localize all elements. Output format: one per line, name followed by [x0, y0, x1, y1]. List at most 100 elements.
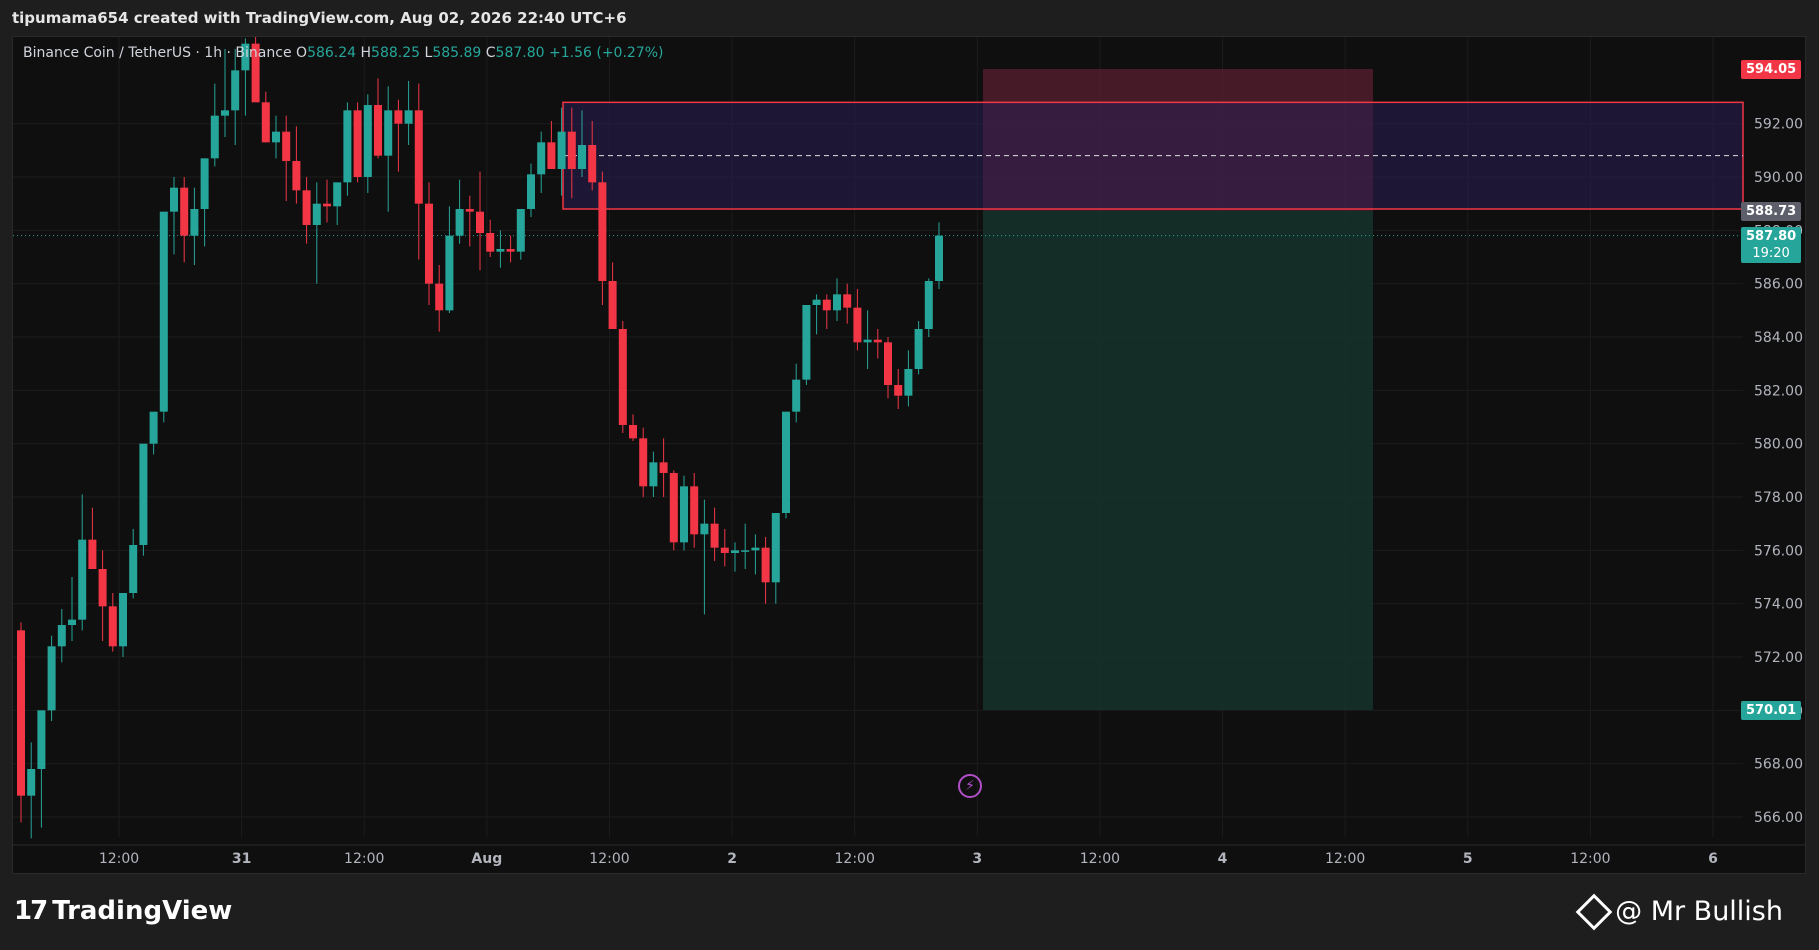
- candle-body[interactable]: [782, 411, 790, 513]
- candle-body[interactable]: [506, 249, 515, 252]
- candle-body[interactable]: [527, 174, 535, 209]
- candle-body[interactable]: [731, 550, 739, 553]
- candle-body[interactable]: [924, 281, 933, 329]
- candle-body[interactable]: [57, 625, 66, 647]
- candle-body[interactable]: [312, 203, 321, 225]
- candle-body[interactable]: [792, 379, 801, 412]
- candle-body[interactable]: [486, 233, 495, 252]
- candle-body[interactable]: [363, 105, 372, 177]
- candle-body[interactable]: [210, 115, 219, 159]
- candle-body[interactable]: [935, 235, 943, 281]
- symbol-name[interactable]: Binance Coin / TetherUS · 1h · Binance: [23, 45, 292, 61]
- candle-body[interactable]: [231, 70, 240, 111]
- candle-body[interactable]: [659, 462, 668, 473]
- candle-body[interactable]: [149, 411, 158, 444]
- candle-body[interactable]: [333, 182, 342, 207]
- candle-body[interactable]: [741, 550, 750, 552]
- candle-body[interactable]: [384, 110, 393, 156]
- candle-body[interactable]: [669, 473, 678, 543]
- candle-body[interactable]: [108, 606, 117, 647]
- candle-body[interactable]: [465, 209, 474, 212]
- candle-body[interactable]: [578, 145, 586, 169]
- time-axis-label: 12:00: [1080, 851, 1120, 867]
- candle-body[interactable]: [435, 283, 444, 311]
- candle-body[interactable]: [771, 513, 780, 583]
- candle-body[interactable]: [221, 110, 229, 116]
- candle-body[interactable]: [170, 187, 178, 212]
- candle-body[interactable]: [608, 281, 617, 329]
- candle-body[interactable]: [47, 646, 56, 711]
- candle-body[interactable]: [353, 110, 362, 177]
- candle-body[interactable]: [414, 110, 423, 204]
- candle-body[interactable]: [129, 545, 138, 593]
- candle-body[interactable]: [88, 539, 97, 569]
- candle-body[interactable]: [37, 710, 46, 769]
- take-profit-zone[interactable]: [983, 210, 1373, 711]
- candle-body[interactable]: [690, 486, 699, 535]
- candle-body[interactable]: [272, 131, 280, 143]
- author-watermark: @ Mr Bullish: [1575, 893, 1783, 930]
- candle-body[interactable]: [17, 630, 25, 796]
- candle-body[interactable]: [78, 539, 87, 620]
- candle-body[interactable]: [751, 547, 760, 551]
- candle-body[interactable]: [863, 339, 872, 343]
- open-value: 586.24: [307, 45, 357, 61]
- candle-body[interactable]: [537, 142, 546, 175]
- candle-body[interactable]: [119, 593, 127, 647]
- candle-body[interactable]: [425, 203, 433, 284]
- candle-body[interactable]: [190, 209, 199, 236]
- candle-body[interactable]: [343, 110, 352, 183]
- price-axis-label: 572.00: [1754, 650, 1803, 666]
- candle-body[interactable]: [476, 211, 484, 233]
- candle-body[interactable]: [557, 131, 566, 169]
- chart-pane[interactable]: 592.00590.00588.00586.00584.00582.00580.…: [12, 36, 1806, 874]
- candle-body[interactable]: [261, 102, 270, 143]
- candle-body[interactable]: [180, 187, 189, 236]
- candle-body[interactable]: [302, 190, 311, 225]
- candle-body[interactable]: [588, 145, 597, 183]
- candle-body[interactable]: [282, 131, 291, 161]
- candle-body[interactable]: [618, 329, 627, 425]
- candle-body[interactable]: [843, 294, 852, 308]
- candle-body[interactable]: [761, 547, 770, 583]
- candle-body[interactable]: [98, 569, 107, 607]
- candle-body[interactable]: [567, 131, 576, 169]
- candle-body[interactable]: [914, 329, 923, 369]
- candle-body[interactable]: [598, 182, 607, 281]
- candle-body[interactable]: [394, 110, 403, 124]
- candle-body[interactable]: [200, 158, 209, 209]
- candle-body[interactable]: [720, 547, 729, 553]
- candle-body[interactable]: [27, 769, 36, 796]
- candle-body[interactable]: [629, 425, 637, 439]
- candle-body[interactable]: [700, 523, 709, 535]
- candle-body[interactable]: [547, 142, 556, 169]
- candle-body[interactable]: [374, 105, 382, 156]
- candle-body[interactable]: [139, 443, 148, 545]
- candle-body[interactable]: [833, 294, 841, 311]
- candle-body[interactable]: [516, 209, 525, 252]
- candle-body[interactable]: [904, 369, 913, 396]
- candle-body[interactable]: [812, 299, 821, 305]
- candle-body[interactable]: [710, 523, 719, 548]
- chart-canvas[interactable]: 592.00590.00588.00586.00584.00582.00580.…: [13, 37, 1806, 874]
- candle-body[interactable]: [639, 438, 648, 487]
- candle-body[interactable]: [323, 203, 331, 207]
- candle-body[interactable]: [894, 385, 903, 396]
- candle-body[interactable]: [802, 305, 811, 380]
- candle-body[interactable]: [822, 299, 831, 311]
- candle-body[interactable]: [884, 342, 892, 385]
- candle-body[interactable]: [649, 462, 658, 487]
- candle-body[interactable]: [455, 209, 464, 236]
- candle-body[interactable]: [873, 339, 882, 343]
- candle-body[interactable]: [68, 619, 76, 625]
- candle-body[interactable]: [292, 161, 301, 191]
- candle-body[interactable]: [445, 235, 454, 311]
- candle-body[interactable]: [404, 110, 413, 124]
- candle-body[interactable]: [159, 211, 168, 412]
- current-price-tag: 587.80 19:20: [1741, 226, 1802, 263]
- candle-body[interactable]: [853, 307, 862, 343]
- lightning-icon[interactable]: ⚡: [958, 774, 982, 798]
- candle-body[interactable]: [496, 249, 505, 252]
- time-axis-label: 3: [972, 851, 982, 867]
- candle-body[interactable]: [680, 486, 688, 543]
